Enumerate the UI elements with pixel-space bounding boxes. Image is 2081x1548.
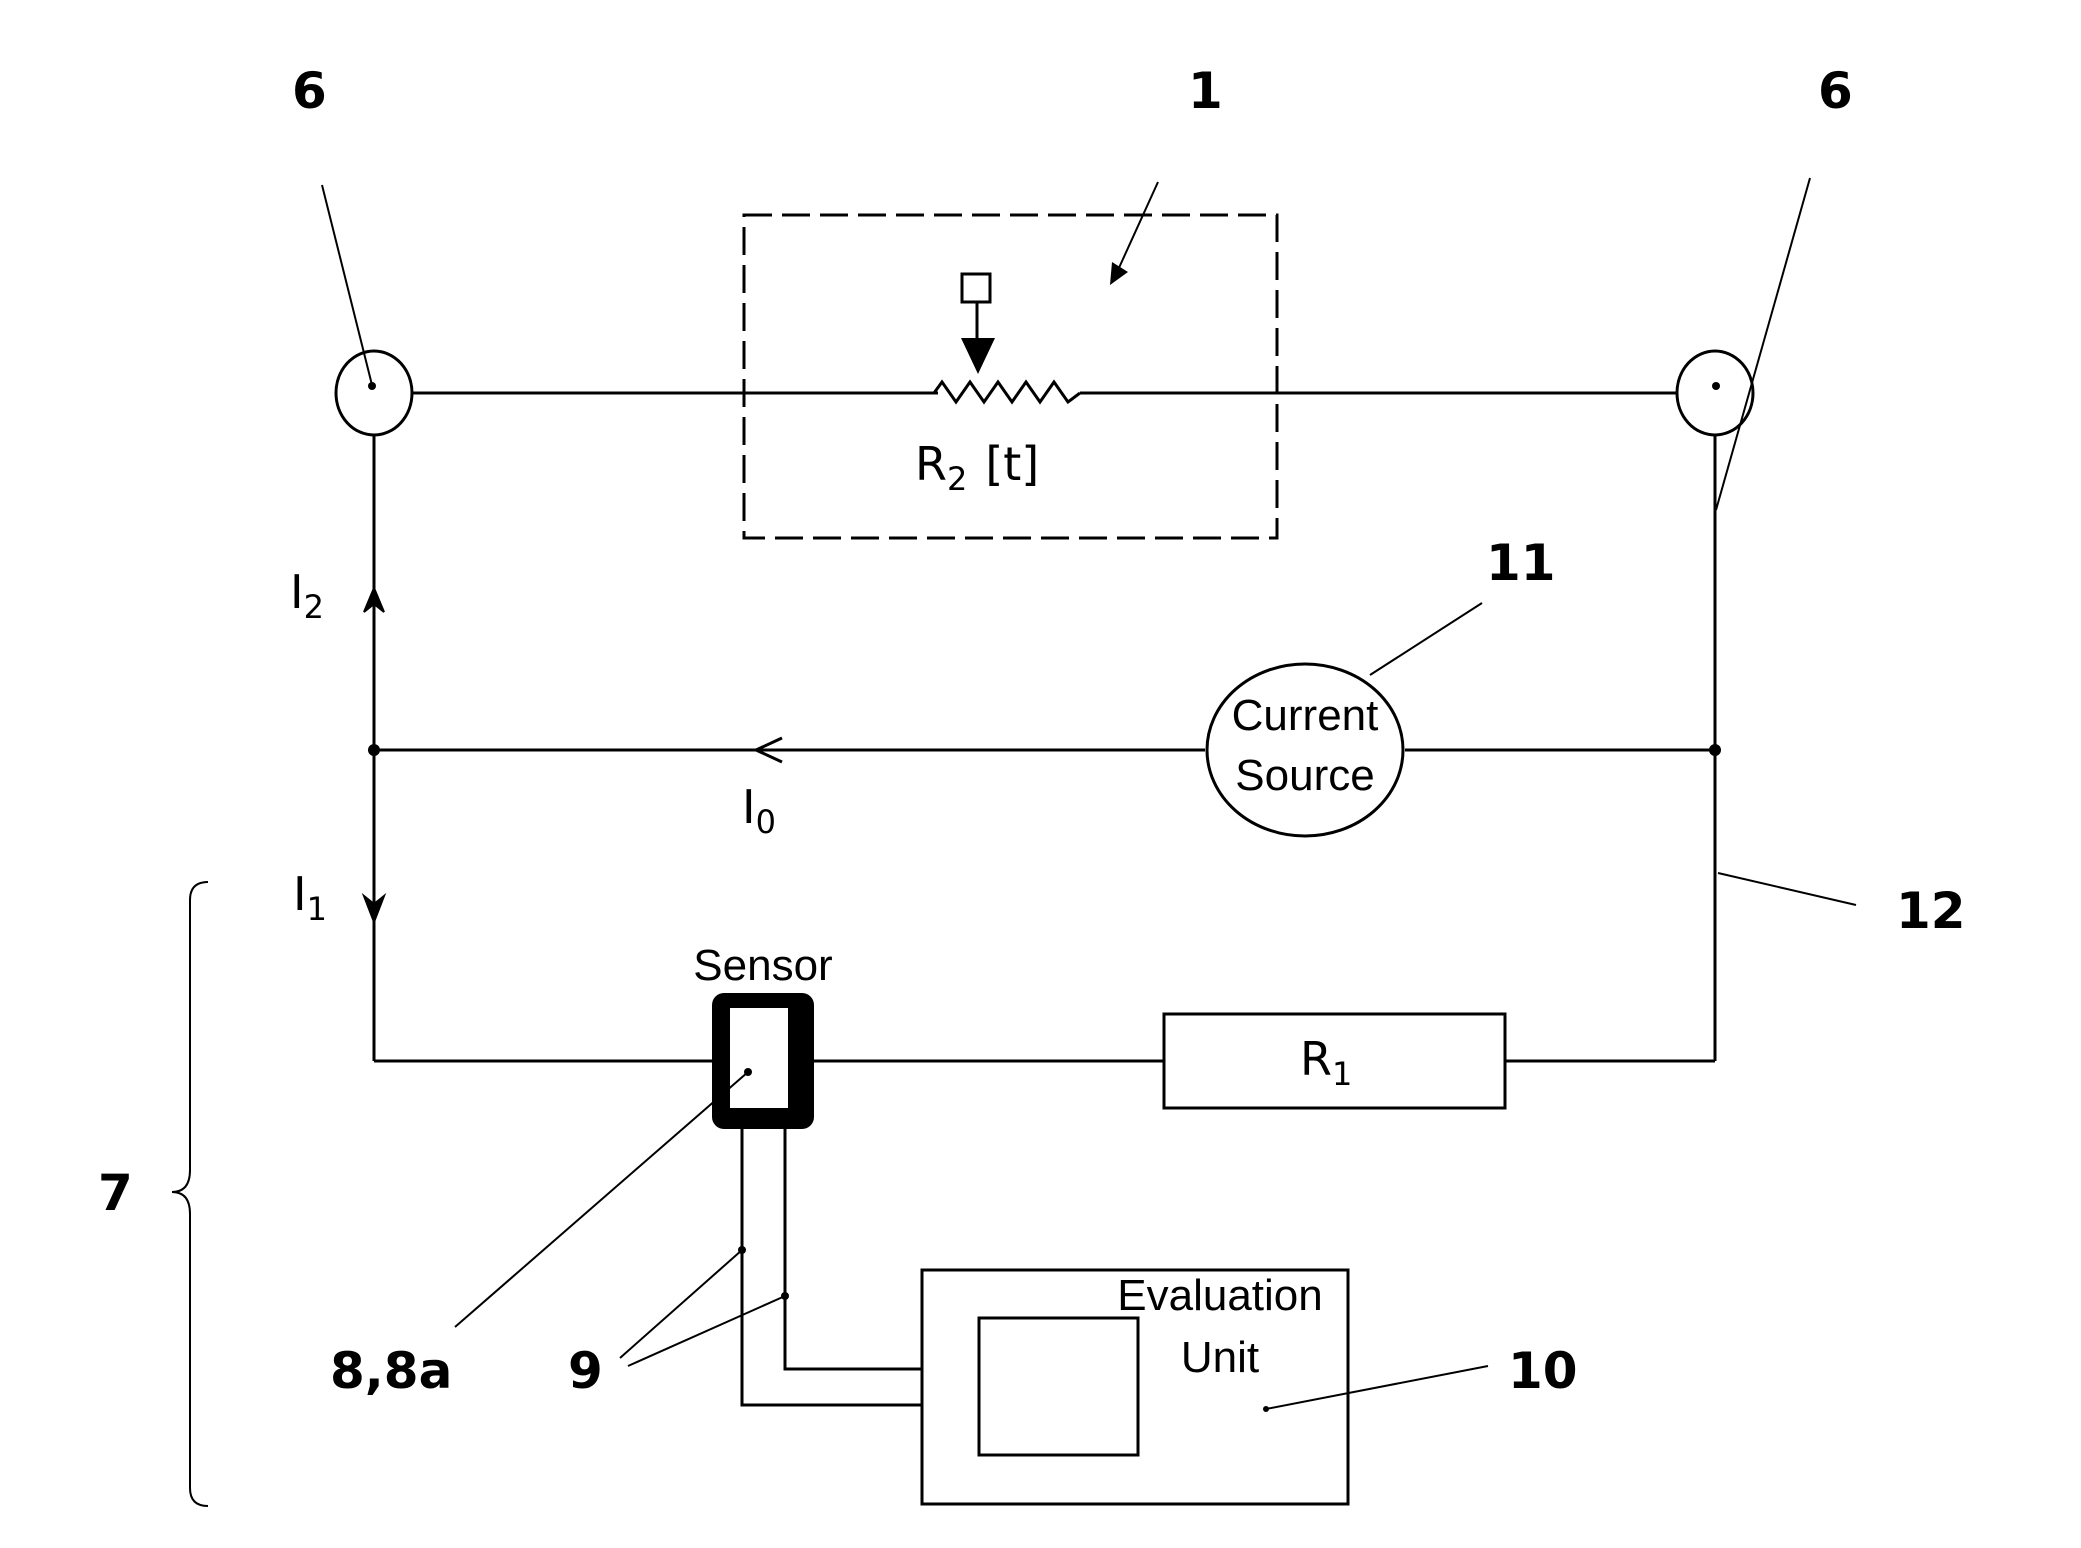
current-source bbox=[1205, 662, 1405, 838]
evaluation-unit-display bbox=[977, 1316, 1140, 1457]
current-source-label-line2: Source bbox=[1235, 751, 1374, 800]
leader-sensor bbox=[454, 1071, 749, 1328]
ref-leads: 9 bbox=[568, 1342, 603, 1400]
lead-outer bbox=[740, 1129, 922, 1407]
ref-current-source: 11 bbox=[1486, 534, 1556, 592]
ref-evaluation-unit: 10 bbox=[1508, 1342, 1578, 1400]
r2-label: R2 [t] bbox=[915, 437, 1039, 498]
terminal-right-dot bbox=[1712, 382, 1720, 390]
lead-inner bbox=[783, 1129, 922, 1371]
sensor-core-8a bbox=[730, 1008, 788, 1108]
terminal-right bbox=[1675, 349, 1755, 437]
terminal-left bbox=[334, 349, 414, 437]
leader-line-12 bbox=[1717, 872, 1857, 906]
ref-sensor: 8,8a bbox=[330, 1342, 452, 1400]
leader-evaluation-unit bbox=[1265, 1365, 1489, 1410]
r1-label: R1 bbox=[1300, 1032, 1352, 1093]
sensor-label: Sensor bbox=[693, 941, 832, 990]
evaluation-unit-label-line1: Evaluation bbox=[1117, 1271, 1322, 1320]
circuit-diagram: 6 1 6 R2 [t] I2 I1 12 I0 Current Source 1… bbox=[98, 62, 1966, 1507]
wiper-arrowhead bbox=[961, 338, 995, 374]
ref-measuring-branch: 7 bbox=[98, 1164, 133, 1222]
i0-label: I0 bbox=[742, 780, 776, 841]
variable-resistor-r2 bbox=[932, 379, 1081, 405]
control-input-square bbox=[960, 272, 992, 304]
arrow-device bbox=[1117, 181, 1159, 271]
terminal-left-dot bbox=[368, 382, 376, 390]
ref-line: 12 bbox=[1896, 882, 1966, 940]
leader-terminal-right bbox=[1715, 177, 1811, 511]
brace-measuring-branch bbox=[171, 881, 209, 1507]
ref-terminal-right: 6 bbox=[1818, 62, 1853, 120]
ref-terminal-left: 6 bbox=[292, 62, 327, 120]
ref-device: 1 bbox=[1188, 62, 1223, 120]
i1-label: I1 bbox=[293, 867, 327, 928]
current-source-label-line1: Current bbox=[1232, 691, 1379, 740]
leader-terminal-left bbox=[321, 184, 373, 386]
evaluation-unit-label-line2: Unit bbox=[1181, 1333, 1259, 1382]
leader-current-source bbox=[1369, 602, 1483, 676]
i2-label: I2 bbox=[290, 565, 324, 626]
